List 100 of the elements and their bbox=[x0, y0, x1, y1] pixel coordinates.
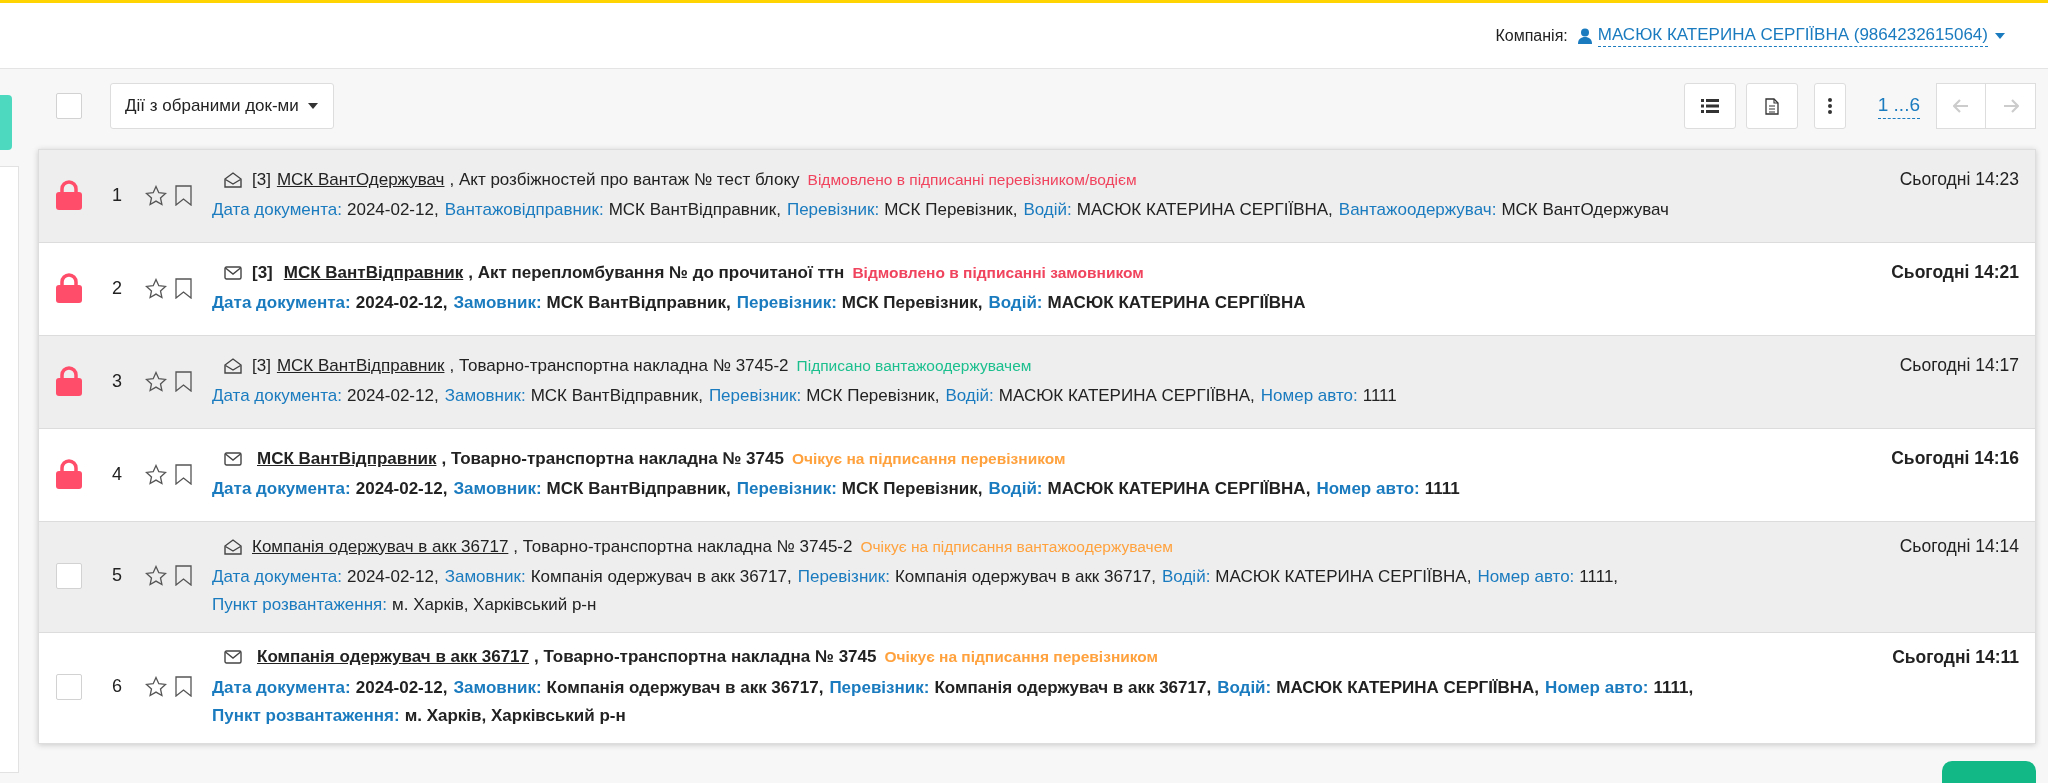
bookmark-icon[interactable] bbox=[175, 463, 192, 485]
field-value: м. Харків, Харківський р-н bbox=[392, 595, 597, 616]
sender-link[interactable]: Компанія одержувач в акк 36717 bbox=[252, 647, 535, 668]
sender-link[interactable]: МСК ВантВідправник bbox=[278, 262, 469, 283]
document-status: Підписано вантажоодержувачем bbox=[796, 356, 1032, 375]
company-label: Компанія: bbox=[1495, 26, 1568, 45]
document-time: Сьогодні 14:16 bbox=[1891, 448, 2019, 470]
row-checkbox[interactable] bbox=[56, 673, 82, 700]
field-label: Перевізник: bbox=[708, 386, 802, 407]
more-button[interactable] bbox=[1813, 83, 1846, 129]
document-status: Очікує на підписання вантажоодержувачем bbox=[860, 537, 1173, 556]
sender-link[interactable]: МСК ВантОдержувач bbox=[276, 169, 450, 190]
document-status: Відмовлено в підписанні замовником bbox=[852, 263, 1144, 282]
field-label: Номер авто: bbox=[1260, 386, 1358, 407]
field-value: МСК ВантВідправник, bbox=[546, 479, 731, 500]
field-value: МСК Перевізник, bbox=[884, 200, 1018, 221]
field-label: Номер авто: bbox=[1316, 479, 1420, 500]
open-envelope-icon bbox=[224, 538, 242, 555]
document-title: , Товарно-транспортна накладна № 3745 bbox=[534, 647, 877, 668]
star-icon[interactable] bbox=[145, 184, 167, 206]
document-title: , Акт розбіжностей про вантаж № тест блоку bbox=[449, 169, 800, 190]
field-value: 1111 bbox=[1362, 386, 1397, 407]
field-value: 2024-02-12, bbox=[355, 293, 448, 314]
field-label: Вантажовідправник: bbox=[444, 200, 604, 221]
field-value: 2024-02-12, bbox=[355, 677, 448, 699]
select-all-checkbox[interactable] bbox=[56, 93, 82, 119]
document-time: Сьогодні 14:23 bbox=[1899, 169, 2019, 191]
field-label: Дата документа: bbox=[212, 293, 351, 314]
field-label: Номер авто: bbox=[1545, 677, 1649, 699]
field-value: Компанія одержувач в акк 36717, bbox=[530, 567, 792, 588]
envelope-icon bbox=[224, 650, 242, 665]
bookmark-icon[interactable] bbox=[175, 277, 192, 299]
document-time: Сьогодні 14:11 bbox=[1892, 646, 2019, 668]
star-icon[interactable] bbox=[145, 370, 167, 392]
document-status: Відмовлено в підписанні перевізником/водієм bbox=[807, 170, 1137, 189]
document-title: , Товарно-транспортна накладна № 3745-2 bbox=[513, 536, 853, 557]
list-icon bbox=[1700, 99, 1719, 113]
field-label: Дата документа: bbox=[212, 567, 342, 588]
field-value: 2024-02-12, bbox=[347, 386, 439, 407]
user-icon bbox=[1577, 27, 1592, 44]
sender-link[interactable]: МСК ВантВідправник bbox=[276, 355, 450, 376]
document-title: , Товарно-транспортна накладна № 3745 bbox=[441, 448, 784, 469]
field-label: Водій: bbox=[988, 479, 1043, 500]
field-label: Дата документа: bbox=[212, 200, 342, 221]
bookmark-icon[interactable] bbox=[175, 184, 192, 206]
caret-icon bbox=[306, 102, 319, 110]
field-label: Замовник: bbox=[444, 386, 526, 407]
field-label: Дата документа: bbox=[212, 677, 351, 699]
field-label: Перевізник: bbox=[786, 200, 880, 221]
field-value: МСК ВантВідправник, bbox=[608, 200, 781, 221]
field-value: МСК ВантОдержувач bbox=[1501, 200, 1669, 221]
sender-link[interactable]: Компанія одержувач в акк 36717 bbox=[252, 536, 514, 557]
star-icon[interactable] bbox=[145, 463, 167, 485]
field-label: Вантажоодержувач: bbox=[1338, 200, 1497, 221]
field-value: МСК Перевізник, bbox=[841, 479, 983, 500]
page-range-link[interactable]: 1 ...6 bbox=[1877, 93, 1920, 119]
bookmark-icon[interactable] bbox=[175, 370, 192, 392]
document-row[interactable] bbox=[39, 150, 2035, 243]
document-row[interactable] bbox=[39, 429, 2035, 522]
field-value: 2024-02-12, bbox=[347, 200, 439, 221]
document-status: Очікує на підписання перевізником bbox=[791, 449, 1066, 468]
field-value: МСК ВантВідправник, bbox=[530, 386, 703, 407]
star-icon[interactable] bbox=[145, 277, 167, 299]
list-view-button[interactable] bbox=[1683, 83, 1736, 129]
open-envelope-icon bbox=[224, 357, 242, 374]
field-value: МАСЮК КАТЕРИНА СЕРГІЇВНА, bbox=[1047, 479, 1311, 500]
field-value: МАСЮК КАТЕРИНА СЕРГІЇВНА, bbox=[1076, 200, 1333, 221]
star-icon[interactable] bbox=[145, 676, 167, 698]
field-label: Водій: bbox=[945, 386, 994, 407]
envelope-icon bbox=[224, 451, 242, 466]
field-label: Замовник: bbox=[453, 479, 542, 500]
caret-icon[interactable] bbox=[1994, 31, 2006, 40]
field-label: Перевізник: bbox=[797, 567, 890, 588]
row-checkbox[interactable] bbox=[56, 562, 82, 589]
field-value: Компанія одержувач в акк 36717, bbox=[934, 677, 1212, 699]
document-time: Сьогодні 14:17 bbox=[1899, 355, 2019, 377]
field-label: Дата документа: bbox=[212, 386, 342, 407]
bookmark-icon[interactable] bbox=[175, 676, 192, 698]
sender-link[interactable]: МСК ВантВідправник bbox=[252, 448, 442, 469]
row-number: 5 bbox=[111, 565, 123, 587]
document-row[interactable] bbox=[39, 243, 2035, 336]
message-count: [3] bbox=[252, 169, 271, 190]
field-value: МСК Перевізник, bbox=[841, 293, 983, 314]
document-row[interactable] bbox=[39, 522, 2035, 633]
field-label: Перевізник: bbox=[736, 293, 837, 314]
envelope-icon bbox=[224, 265, 242, 280]
star-icon[interactable] bbox=[145, 565, 167, 587]
document-view-button[interactable] bbox=[1745, 83, 1798, 129]
bookmark-icon[interactable] bbox=[175, 565, 192, 587]
open-envelope-icon bbox=[224, 171, 242, 188]
document-status: Очікує на підписання перевізником bbox=[884, 648, 1159, 667]
field-label: Перевізник: bbox=[736, 479, 837, 500]
field-value: Компанія одержувач в акк 36717, bbox=[546, 677, 824, 699]
bulk-actions-button[interactable]: Дії з обраними док-ми bbox=[110, 83, 334, 129]
company-link[interactable]: МАСЮК КАТЕРИНА СЕРГІЇВНА (9864232615064) bbox=[1597, 24, 1988, 47]
field-value: МАСЮК КАТЕРИНА СЕРГІЇВНА, bbox=[1276, 677, 1540, 699]
field-label: Пункт розвантаження: bbox=[212, 595, 388, 616]
document-row[interactable] bbox=[39, 632, 2035, 743]
document-title: , Товарно-транспортна накладна № 3745-2 bbox=[449, 355, 789, 376]
document-time: Сьогодні 14:21 bbox=[1891, 262, 2019, 284]
